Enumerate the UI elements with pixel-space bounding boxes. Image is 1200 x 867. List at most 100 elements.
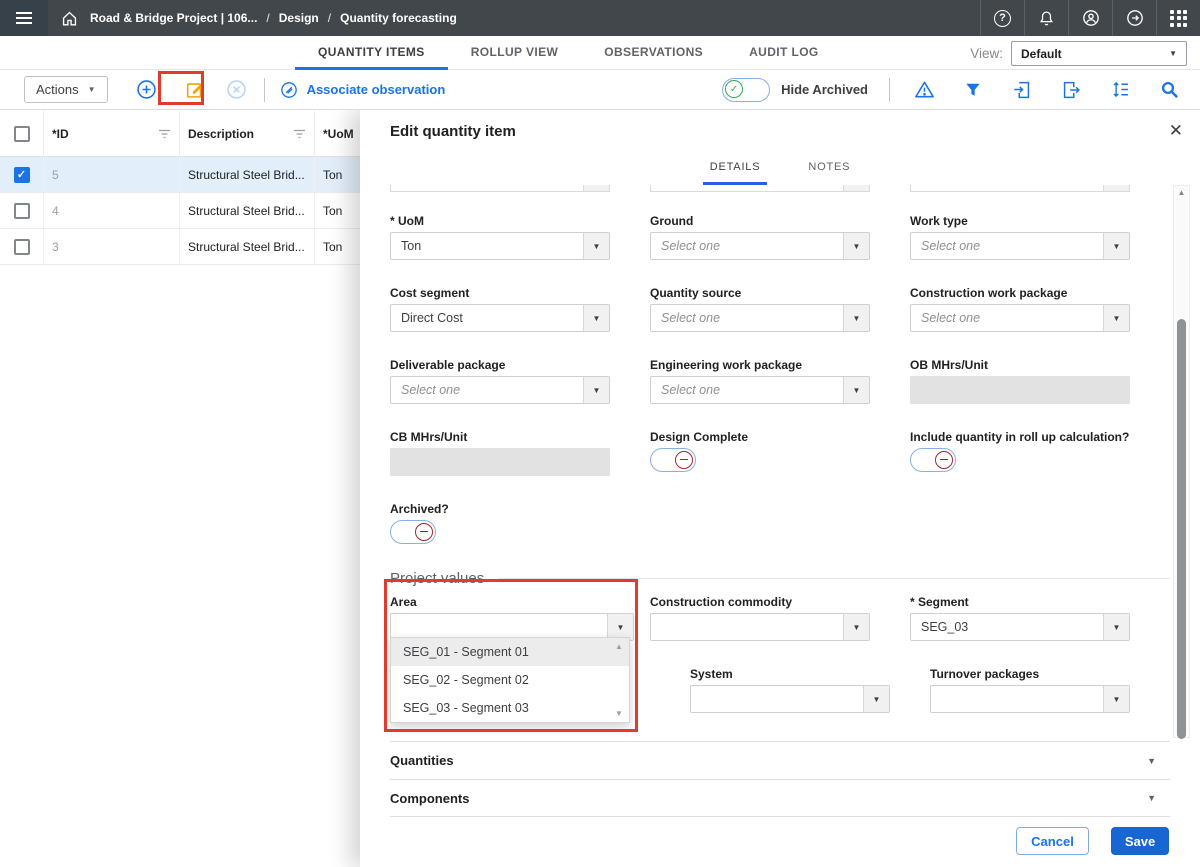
caret-down-icon: ▼ [843, 233, 869, 259]
modal-tab-notes[interactable]: NOTES [801, 157, 857, 185]
filter-funnel-icon [963, 80, 983, 100]
tab-row: QUANTITY ITEMS ROLLUP VIEW OBSERVATIONS … [0, 36, 1200, 70]
engineering-work-package-select[interactable]: Select one ▼ [650, 376, 870, 404]
select-all-checkbox[interactable] [14, 126, 30, 142]
archived-toggle[interactable] [390, 520, 436, 544]
system-select[interactable]: ▼ [690, 685, 890, 713]
tab-quantity-items[interactable]: QUANTITY ITEMS [295, 36, 448, 70]
breadcrumb-separator: / [266, 11, 269, 25]
ground-label: Ground [650, 214, 870, 228]
construction-commodity-label: Construction commodity [650, 595, 870, 609]
user-account-icon[interactable] [1068, 0, 1112, 36]
column-header-uom[interactable]: *UoM [323, 127, 354, 141]
export-button[interactable] [1058, 77, 1084, 103]
uom-label: * UoM [390, 214, 610, 228]
edit-item-button[interactable] [182, 77, 208, 103]
tab-observations[interactable]: OBSERVATIONS [581, 36, 726, 70]
tab-rollup-view[interactable]: ROLLUP VIEW [448, 36, 582, 70]
hamburger-menu-icon[interactable] [0, 0, 48, 36]
caret-down-icon: ▼ [1147, 793, 1156, 803]
notifications-bell-icon[interactable] [1024, 0, 1068, 36]
breadcrumb-page[interactable]: Quantity forecasting [340, 11, 457, 25]
area-dropdown-list: SEG_01 - Segment 01 SEG_02 - Segment 02 … [390, 637, 630, 723]
table-row[interactable]: ✓ 5 Structural Steel Brid... Ton [0, 157, 360, 193]
hide-archived-toggle[interactable]: ✓ [722, 78, 770, 102]
add-item-button[interactable] [134, 77, 160, 103]
ground-select[interactable]: Select one ▼ [650, 232, 870, 260]
section-quantities[interactable]: Quantities ▼ [390, 741, 1170, 779]
construction-work-package-label: Construction work package [910, 286, 1130, 300]
warning-triangle-icon [913, 78, 936, 101]
row-checkbox[interactable] [14, 203, 30, 219]
caret-down-icon: ▼ [88, 85, 96, 94]
scroll-up-icon[interactable]: ▲ [1174, 188, 1189, 197]
filter-icon[interactable] [158, 129, 171, 139]
search-button[interactable] [1156, 77, 1182, 103]
sign-out-icon[interactable] [1112, 0, 1156, 36]
cell-uom: Ton [315, 157, 360, 192]
ob-mhrs-unit-label: OB MHrs/Unit [910, 358, 1130, 372]
top-bar: Road & Bridge Project | 106... / Design … [0, 0, 1200, 36]
row-height-button[interactable] [1107, 77, 1133, 103]
cost-segment-label: Cost segment [390, 286, 610, 300]
cell-id: 4 [44, 193, 180, 228]
import-button[interactable] [1009, 77, 1035, 103]
column-header-id[interactable]: *ID [52, 127, 69, 141]
quantity-source-select[interactable]: Select one ▼ [650, 304, 870, 332]
uom-select[interactable]: Ton ▼ [390, 232, 610, 260]
help-icon[interactable]: ? [980, 0, 1024, 36]
scrollbar-thumb[interactable] [1177, 319, 1186, 739]
search-icon [1159, 79, 1180, 100]
turnover-packages-select[interactable]: ▼ [930, 685, 1130, 713]
edit-pencil-icon [184, 79, 206, 101]
include-quantity-toggle[interactable] [910, 448, 956, 472]
delete-item-button-disabled[interactable] [224, 77, 250, 103]
app-grid-icon[interactable] [1156, 0, 1200, 36]
caret-down-icon: ▼ [1147, 756, 1156, 766]
filter-button[interactable] [960, 77, 986, 103]
caret-down-icon: ▼ [863, 686, 889, 712]
plus-circle-icon [135, 78, 158, 101]
area-option[interactable]: SEG_01 - Segment 01 [391, 638, 629, 666]
associate-observation-button[interactable]: Associate observation [279, 80, 446, 100]
row-checkbox[interactable] [14, 239, 30, 255]
clipped-field [390, 185, 610, 192]
close-icon[interactable]: ✕ [1169, 121, 1183, 141]
scroll-up-icon[interactable]: ▲ [615, 642, 623, 651]
actions-button[interactable]: Actions ▼ [24, 76, 108, 103]
modal-tab-details[interactable]: DETAILS [703, 157, 768, 185]
tab-audit-log[interactable]: AUDIT LOG [726, 36, 842, 70]
design-complete-label: Design Complete [650, 430, 870, 444]
table-row[interactable]: 4 Structural Steel Brid... Ton [0, 193, 360, 229]
column-header-description[interactable]: Description [188, 127, 254, 141]
home-icon[interactable] [48, 0, 90, 36]
modal-scrollbar[interactable]: ▲ [1173, 185, 1190, 738]
save-button[interactable]: Save [1111, 827, 1169, 855]
area-option[interactable]: SEG_03 - Segment 03 [391, 694, 629, 722]
view-select[interactable]: Default ▼ [1011, 41, 1187, 66]
check-circle-icon: ✓ [725, 80, 743, 98]
area-option[interactable]: SEG_02 - Segment 02 [391, 666, 629, 694]
hide-archived-label: Hide Archived [781, 82, 868, 97]
construction-commodity-select[interactable]: ▼ [650, 613, 870, 641]
filter-icon[interactable] [293, 129, 306, 139]
work-type-select[interactable]: Select one ▼ [910, 232, 1130, 260]
breadcrumb-project[interactable]: Road & Bridge Project | 106... [90, 11, 257, 25]
segment-select[interactable]: SEG_03 ▼ [910, 613, 1130, 641]
area-label: Area [390, 595, 634, 609]
row-checkbox[interactable]: ✓ [14, 167, 30, 183]
table-row[interactable]: 3 Structural Steel Brid... Ton [0, 229, 360, 265]
archived-label: Archived? [390, 502, 610, 516]
scroll-down-icon[interactable]: ▼ [615, 709, 623, 718]
section-components[interactable]: Components ▼ [390, 779, 1170, 817]
cost-segment-select[interactable]: Direct Cost ▼ [390, 304, 610, 332]
construction-work-package-select[interactable]: Select one ▼ [910, 304, 1130, 332]
cancel-button[interactable]: Cancel [1016, 827, 1089, 855]
breadcrumb-section[interactable]: Design [279, 11, 319, 25]
deliverable-package-select[interactable]: Select one ▼ [390, 376, 610, 404]
design-complete-toggle[interactable] [650, 448, 696, 472]
warnings-button[interactable] [911, 77, 937, 103]
clipped-fields-row [390, 185, 1130, 192]
cell-id: 3 [44, 229, 180, 264]
caret-down-icon: ▼ [843, 305, 869, 331]
